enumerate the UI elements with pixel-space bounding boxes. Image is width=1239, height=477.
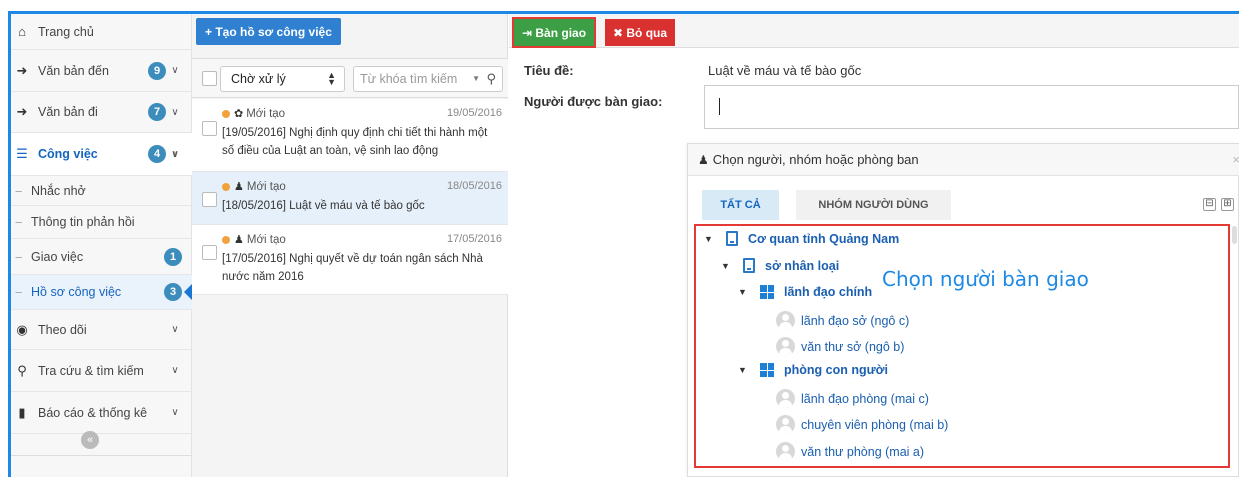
sidebar-item-incoming-docs[interactable]: ➜ Văn bản đến 9 ∨	[11, 50, 192, 92]
annotation-text: Chọn người bàn giao	[882, 267, 1089, 291]
outgoing-docs-icon: ➜	[16, 104, 28, 119]
item-title: [18/05/2016] Luật về máu và tế bào gốc	[222, 200, 425, 212]
receiver-input[interactable]	[704, 85, 1239, 129]
list-item[interactable]: ♟ Mới tạo 18/05/2016 [18/05/2016] Luật v…	[192, 172, 508, 225]
chevron-down-icon: ∨	[170, 148, 180, 160]
sidebar-item-tasks[interactable]: ☰ Công việc 4 ∨	[11, 133, 192, 176]
chevron-down-icon: ∨	[171, 407, 179, 418]
job-list-pane: + Tạo hồ sơ công việc Chờ xử lý ▲ ▼ Từ kh…	[192, 14, 508, 477]
text-cursor	[719, 98, 720, 115]
sidebar-item-label: Văn bản đi	[38, 105, 98, 119]
receiver-field-label: Người được bàn giao:	[524, 94, 663, 109]
chevron-down-icon: ∨	[171, 324, 179, 335]
status-dot	[222, 182, 230, 191]
tasks-icon: ☰	[16, 146, 28, 161]
sidebar-subitem-label: Thông tin phản hồi	[31, 215, 135, 229]
sidebar-subitem-assign[interactable]: -- Giao việc 1	[11, 239, 192, 275]
handover-button[interactable]: ⇥ Bàn giao	[511, 17, 597, 48]
row-checkbox[interactable]	[202, 245, 217, 260]
count-badge: 1	[164, 247, 182, 266]
tree-scrollbar[interactable]	[1232, 226, 1237, 244]
picker-heading: Chọn người, nhóm hoặc phòng ban	[712, 152, 919, 167]
sidebar-item-outgoing-docs[interactable]: ➜ Văn bản đi 7 ∨	[11, 92, 192, 133]
select-arrows-icon: ▲ ▼	[327, 70, 336, 87]
sidebar-item-label: Theo dõi	[38, 322, 87, 337]
status-label: Mới tạo	[246, 107, 286, 120]
chevron-down-icon: ∨	[171, 365, 179, 376]
item-title: [19/05/2016] Nghị định quy định chi tiết…	[222, 127, 488, 157]
chevron-down-icon: ∨	[171, 65, 179, 76]
search-icon[interactable]: ⚲	[486, 71, 496, 87]
person-icon: ♟	[234, 234, 244, 246]
row-checkbox[interactable]	[202, 121, 217, 136]
sidebar-divider	[11, 455, 192, 456]
collapse-all-icon[interactable]: ⊟	[1203, 198, 1216, 211]
annotation-highlight-box	[694, 224, 1230, 468]
detail-toolbar: ⇥ Bàn giao ✖ Bỏ qua	[509, 14, 1239, 48]
tab-all[interactable]: TẤT CẢ	[702, 190, 779, 220]
title-field-label: Tiêu đề:	[524, 63, 574, 78]
status-label: Mới tạo	[246, 233, 286, 246]
sidebar: ⌂ Trang chủ ➜ Văn bản đến 9 ∨ ➜ Văn bản …	[11, 14, 193, 477]
sidebar-item-label: Trang chủ	[38, 24, 94, 39]
create-job-record-button[interactable]: + Tạo hồ sơ công việc	[196, 18, 341, 45]
sidebar-subitem-label: Nhắc nhở	[31, 183, 86, 198]
list-toolbar: Chờ xử lý ▲ ▼ Từ khóa tìm kiếm ▼ ⚲	[192, 58, 508, 98]
incoming-docs-icon: ➜	[16, 62, 28, 78]
close-icon[interactable]: ×	[1232, 152, 1239, 167]
item-date: 19/05/2016	[446, 107, 502, 119]
sidebar-item-label: Văn bản đến	[38, 63, 109, 78]
list-item[interactable]: ✿ Mới tạo 19/05/2016 [19/05/2016] Nghị đ…	[192, 99, 508, 172]
chevron-down-icon: ∨	[171, 106, 179, 118]
count-badge: 4	[148, 145, 166, 163]
status-dot	[222, 235, 230, 244]
sidebar-item-search[interactable]: ⚲ Tra cứu & tìm kiếm ∨	[11, 350, 192, 392]
item-title: [17/05/2016] Nghị quyết về dự toán ngân …	[222, 253, 483, 283]
count-badge: 9	[148, 61, 166, 80]
sidebar-item-reports[interactable]: ▮ Báo cáo & thống kê ∨	[11, 392, 192, 434]
search-placeholder: Từ khóa tìm kiếm	[360, 72, 458, 86]
sidebar-item-home[interactable]: ⌂ Trang chủ	[11, 14, 192, 50]
search-icon: ⚲	[17, 362, 27, 378]
sidebar-subitem-label: Hồ sơ công việc	[31, 285, 122, 299]
status-label: Mới tạo	[246, 180, 286, 193]
count-badge: 3	[164, 283, 182, 301]
caret-down-icon[interactable]: ▼	[472, 74, 480, 83]
sidebar-subitem-label: Giao việc	[31, 249, 84, 264]
user-icon: ♟	[698, 152, 709, 167]
sidebar-item-label: Tra cứu & tìm kiếm	[38, 363, 144, 378]
sidebar-subitem-job-records[interactable]: -- Hồ sơ công việc 3	[11, 275, 193, 310]
row-checkbox[interactable]	[202, 192, 217, 207]
home-icon: ⌂	[18, 24, 26, 39]
status-filter-value: Chờ xử lý	[231, 72, 286, 86]
keyword-search-input[interactable]: Từ khóa tìm kiếm ▼ ⚲	[353, 66, 503, 92]
collapse-sidebar-icon[interactable]: «	[81, 431, 99, 449]
item-date: 17/05/2016	[446, 233, 502, 245]
title-field-value: Luật về máu và tế bào gốc	[708, 63, 862, 78]
status-dot	[222, 109, 230, 118]
item-date: 18/05/2016	[446, 180, 502, 192]
person-icon: ♟	[234, 181, 244, 193]
sidebar-subitem-feedback[interactable]: -- Thông tin phản hồi	[11, 206, 192, 239]
skip-button[interactable]: ✖ Bỏ qua	[605, 19, 676, 46]
type-icon: ✿	[234, 108, 244, 120]
list-item[interactable]: ♟ Mới tạo 17/05/2016 [17/05/2016] Nghị q…	[192, 225, 508, 295]
eye-icon: ◉	[16, 321, 28, 337]
count-badge: 7	[148, 103, 166, 121]
bar-chart-icon: ▮	[18, 404, 26, 420]
tab-user-groups[interactable]: NHÓM NGƯỜI DÙNG	[796, 190, 951, 220]
sidebar-item-follow[interactable]: ◉ Theo dõi ∨	[11, 310, 192, 350]
expand-all-icon[interactable]: ⊞	[1221, 198, 1234, 211]
select-all-checkbox[interactable]	[202, 71, 217, 86]
sidebar-item-label: Báo cáo & thống kê	[38, 405, 148, 420]
picker-header: ♟ Chọn người, nhóm hoặc phòng ban	[688, 144, 1239, 176]
sidebar-item-label: Công việc	[38, 147, 98, 161]
status-filter-select[interactable]: Chờ xử lý ▲ ▼	[220, 66, 345, 92]
sidebar-subitem-reminders[interactable]: -- Nhắc nhở	[11, 176, 192, 206]
